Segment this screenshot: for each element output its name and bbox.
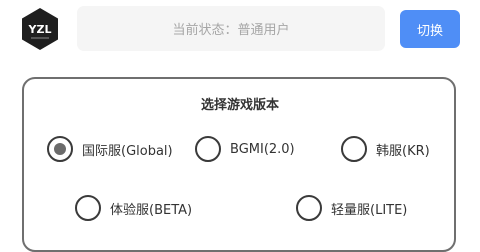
radio-option-kr[interactable]: 韩服(KR) [341,136,430,162]
radio-label: 轻量服(LITE) [331,202,408,218]
switch-button[interactable]: 切换 [400,10,460,48]
radio-label: 体验服(BETA) [110,202,193,218]
status-text: 当前状态：普通用户 [172,23,290,38]
radio-option-beta[interactable]: 体验服(BETA) [75,195,192,221]
radio-label: BGMI(2.0) [230,141,295,157]
radio-checked-icon [47,136,73,162]
radio-unchecked-icon [341,136,367,162]
logo-text: YZL [28,23,52,36]
panel-title: 选择游戏版本 [200,98,279,113]
radio-option-bgmi[interactable]: BGMI(2.0) [195,136,295,162]
radio-label: 韩服(KR) [376,143,430,159]
radio-label: 国际服(Global) [82,143,173,159]
radio-option-global[interactable]: 国际服(Global) [47,136,173,162]
app-logo: YZL [20,7,60,51]
switch-button-label: 切换 [416,23,443,39]
radio-option-lite[interactable]: 轻量服(LITE) [296,195,407,221]
status-field: 当前状态：普通用户 [77,6,385,51]
radio-unchecked-icon [75,195,101,221]
radio-unchecked-icon [296,195,322,221]
radio-unchecked-icon [195,136,221,162]
